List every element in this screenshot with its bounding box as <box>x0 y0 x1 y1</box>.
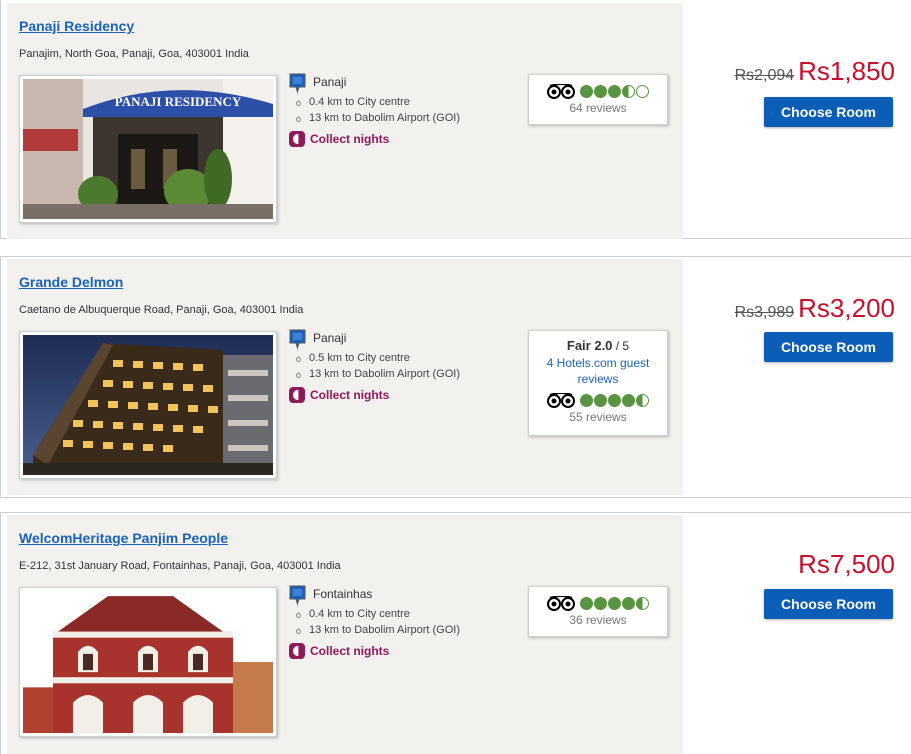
hotel-photo-image: PANAJI RESIDENCY <box>23 79 273 219</box>
tripadvisor-rating <box>579 596 650 610</box>
tripadvisor-owl-icon <box>546 595 575 611</box>
distance-city-centre: 0.5 km to City centre <box>296 350 519 366</box>
moon-icon <box>289 387 305 403</box>
current-price: Rs1,850 <box>798 56 895 86</box>
photo-sign-text: PANAJI RESIDENCY <box>115 94 242 109</box>
old-price: Rs3,989 <box>734 304 795 321</box>
distance-airport: 13 km to Dabolim Airport (GOI) <box>296 366 519 382</box>
distance-airport: 13 km to Dabolim Airport (GOI) <box>296 622 519 638</box>
rating-bubble <box>593 84 607 98</box>
collect-nights-label: Collect nights <box>310 644 390 658</box>
hotel-photo-image <box>23 335 273 475</box>
tripadvisor-owl-icon <box>546 83 575 99</box>
rating-bubble <box>635 393 649 407</box>
price-panel: Rs2,094 Rs1,850 Choose Room <box>683 0 911 238</box>
distance-list: 0.4 km to City centre 13 km to Dabolim A… <box>289 94 519 126</box>
collect-nights-label: Collect nights <box>310 132 390 146</box>
moon-icon <box>289 643 305 659</box>
hotel-card-main: Panaji Residency Panajim, North Goa, Pan… <box>7 3 683 239</box>
rating-bubble <box>607 84 621 98</box>
tripadvisor-review-count: 64 reviews <box>569 101 627 115</box>
rating-bubble <box>593 393 607 407</box>
rating-bubble <box>593 596 607 610</box>
hotel-name-link[interactable]: Grande Delmon <box>19 274 123 290</box>
location-info: Panaji 0.5 km to City centre 13 km to Da… <box>289 329 519 404</box>
hotel-photo[interactable] <box>19 587 277 737</box>
hotel-address: E-212, 31st January Road, Fontainhas, Pa… <box>19 560 341 572</box>
tripadvisor-review-count: 36 reviews <box>569 613 627 627</box>
price-row: Rs3,989 Rs3,200 <box>735 293 895 324</box>
hotel-name-link[interactable]: WelcomHeritage Panjim People <box>19 530 228 546</box>
collect-nights-label: Collect nights <box>310 388 390 402</box>
hotel-card-main: WelcomHeritage Panjim People E-212, 31st… <box>7 515 683 754</box>
hotel-card: Grande Delmon Caetano de Albuquerque Roa… <box>0 256 911 498</box>
rating-bubble <box>579 393 593 407</box>
tripadvisor-owl-icon <box>546 392 575 408</box>
price-panel: Rs3,989 Rs3,200 Choose Room <box>683 257 911 497</box>
reviews-box[interactable]: Fair 2.0 / 5 4 Hotels.com guest reviews … <box>528 330 668 436</box>
map-pin-icon <box>289 329 306 349</box>
hotels-rating-out-of: / 5 <box>612 339 630 353</box>
map-pin-icon <box>289 585 306 605</box>
guest-reviews-link[interactable]: 4 Hotels.com guest reviews <box>529 355 667 387</box>
location-area: Panaji <box>313 75 347 89</box>
hotel-card-main: Grande Delmon Caetano de Albuquerque Roa… <box>7 259 683 495</box>
hotel-photo[interactable] <box>19 331 277 479</box>
hotel-address: Caetano de Albuquerque Road, Panaji, Goa… <box>19 304 304 316</box>
distance-list: 0.5 km to City centre 13 km to Dabolim A… <box>289 350 519 382</box>
hotel-name-link[interactable]: Panaji Residency <box>19 18 134 34</box>
current-price: Rs3,200 <box>798 293 895 323</box>
rating-bubble <box>635 84 649 98</box>
distance-city-centre: 0.4 km to City centre <box>296 94 519 110</box>
tripadvisor-rating <box>579 84 650 98</box>
rating-bubble <box>579 596 593 610</box>
rating-bubble <box>635 596 649 610</box>
price-panel: Rs7,500 Choose Room <box>683 513 911 754</box>
choose-room-button[interactable]: Choose Room <box>764 97 893 127</box>
rating-bubble <box>621 596 635 610</box>
collect-nights-link[interactable]: Collect nights <box>289 386 519 404</box>
location-area: Panaji <box>313 331 347 345</box>
hotels-rating-label: Fair 2.0 <box>566 338 613 353</box>
reviews-box[interactable]: 36 reviews <box>528 586 668 637</box>
location-area: Fontainhas <box>313 587 373 601</box>
hotel-photo[interactable]: PANAJI RESIDENCY <box>19 75 277 223</box>
location-info: Panaji 0.4 km to City centre 13 km to Da… <box>289 73 519 148</box>
distance-airport: 13 km to Dabolim Airport (GOI) <box>296 110 519 126</box>
choose-room-button[interactable]: Choose Room <box>764 589 893 619</box>
map-pin-icon <box>289 73 306 93</box>
collect-nights-link[interactable]: Collect nights <box>289 130 519 148</box>
distance-list: 0.4 km to City centre 13 km to Dabolim A… <box>289 606 519 638</box>
rating-bubble <box>607 596 621 610</box>
reviews-box[interactable]: 64 reviews <box>528 74 668 125</box>
rating-bubble <box>579 84 593 98</box>
distance-city-centre: 0.4 km to City centre <box>296 606 519 622</box>
moon-icon <box>289 131 305 147</box>
hotel-card: WelcomHeritage Panjim People E-212, 31st… <box>0 512 911 754</box>
hotel-card: Panaji Residency Panajim, North Goa, Pan… <box>0 0 911 239</box>
old-price: Rs2,094 <box>734 67 795 84</box>
tripadvisor-rating <box>579 393 650 407</box>
rating-bubble <box>621 393 635 407</box>
tripadvisor-review-count: 55 reviews <box>569 410 627 424</box>
price-row: Rs2,094 Rs1,850 <box>735 56 895 87</box>
price-row: Rs7,500 <box>798 549 895 580</box>
hotel-address: Panajim, North Goa, Panaji, Goa, 403001 … <box>19 48 249 60</box>
rating-bubble <box>621 84 635 98</box>
location-info: Fontainhas 0.4 km to City centre 13 km t… <box>289 585 519 660</box>
choose-room-button[interactable]: Choose Room <box>764 332 893 362</box>
collect-nights-link[interactable]: Collect nights <box>289 642 519 660</box>
rating-bubble <box>607 393 621 407</box>
hotel-photo-image <box>23 591 273 733</box>
current-price: Rs7,500 <box>798 549 895 579</box>
